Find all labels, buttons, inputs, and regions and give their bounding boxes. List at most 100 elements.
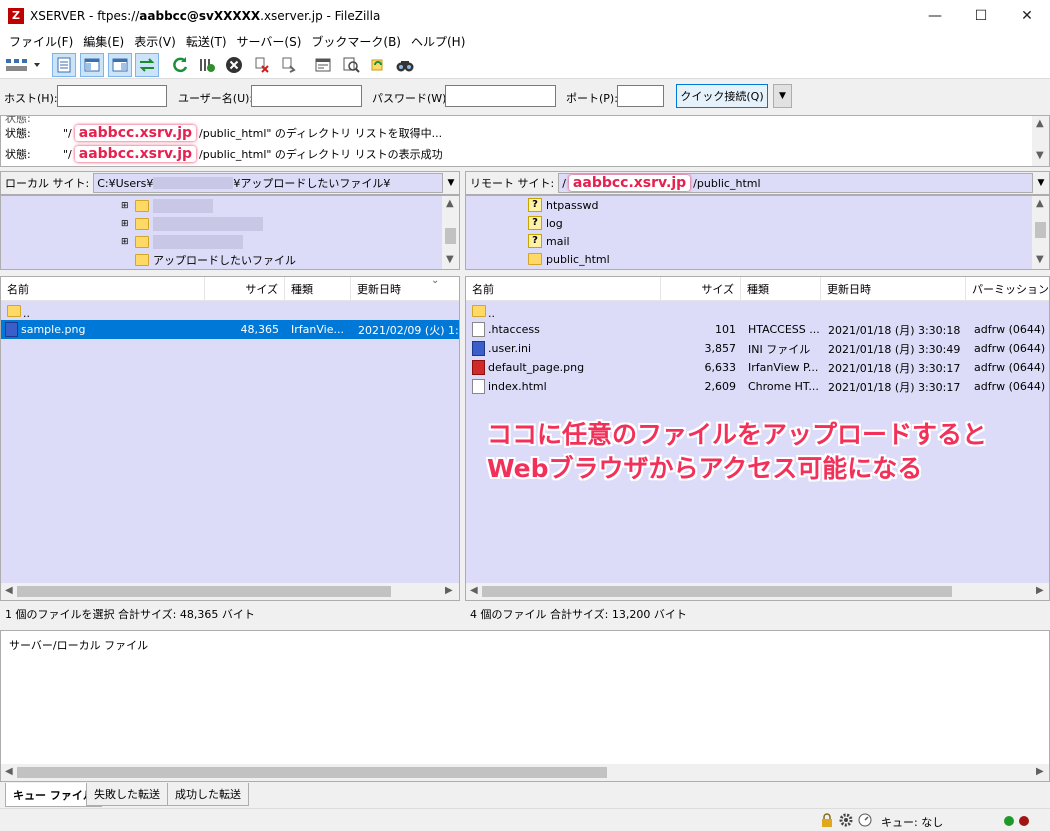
process-queue-icon[interactable] [195, 53, 219, 77]
tree-node-upload-folder[interactable]: アップロードしたいファイル [135, 251, 296, 269]
remote-list-hscrollbar[interactable]: ◀ ▶ [466, 583, 1049, 600]
toggle-local-tree-icon[interactable] [80, 53, 104, 77]
quickconnect-button[interactable]: クイック接続(Q) [676, 84, 768, 108]
scroll-left-icon[interactable]: ◀ [5, 585, 13, 596]
column-size[interactable]: サイズ [205, 277, 285, 301]
menu-bookmarks[interactable]: ブックマーク(B) [306, 33, 406, 50]
column-name[interactable]: 名前 [1, 277, 205, 301]
remote-path-dropdown-icon[interactable]: ▼ [1033, 178, 1049, 188]
local-status-line: 1 個のファイルを選択 合計サイズ: 48,365 バイト [5, 607, 255, 621]
quickconnect-history-dropdown[interactable]: ▼ [773, 84, 792, 108]
file-row-parent[interactable]: .. [1, 301, 459, 320]
toggle-message-log-icon[interactable] [52, 53, 76, 77]
disconnect-icon[interactable] [250, 53, 274, 77]
directory-filter-icon[interactable] [311, 53, 335, 77]
column-type[interactable]: 種類 [285, 277, 351, 301]
scroll-right-icon[interactable]: ▶ [1036, 766, 1044, 777]
password-input[interactable] [445, 85, 556, 107]
file-row-sample-png[interactable]: sample.png 48,365 IrfanVie... 2021/02/09… [1, 320, 459, 339]
transfer-indicator-icon [1019, 816, 1029, 826]
toolbar [0, 51, 1050, 79]
local-tree-scrollbar[interactable]: ▲ ▼ [442, 196, 459, 269]
site-manager-icon[interactable] [4, 53, 44, 77]
tree-node[interactable]: ⊞ [121, 215, 263, 233]
local-file-list[interactable]: 名前 サイズ 種類 更新日時 ⌄ .. sample.png 48,365 Ir… [0, 276, 460, 601]
scroll-up-icon[interactable]: ▲ [1036, 198, 1044, 209]
annotation-line-2: Webブラウザからアクセス可能になる [487, 454, 923, 483]
cancel-operation-icon[interactable] [222, 53, 246, 77]
log-scrollbar[interactable]: ▲ ▼ [1032, 116, 1049, 166]
reconnect-icon[interactable] [277, 53, 301, 77]
scroll-up-icon[interactable]: ▲ [446, 198, 454, 209]
local-directory-tree[interactable]: ⊞ ⊞ ⊞ アップロードしたいファイル ▲ ▼ [0, 195, 460, 270]
tree-node[interactable]: ? log [528, 214, 563, 232]
file-row-index-html[interactable]: index.html 2,609 Chrome HT... 2021/01/18… [466, 377, 1049, 396]
remote-status-line: 4 個のファイル 合計サイズ: 13,200 バイト [470, 607, 687, 621]
file-row-default-page-png[interactable]: default_page.png 6,633 IrfanView P... 20… [466, 358, 1049, 377]
filezilla-app-icon[interactable]: Z [8, 7, 24, 24]
local-path-input[interactable]: C:¥Users¥ ¥アップロードしたいファイル¥ [93, 173, 443, 193]
scroll-down-icon[interactable]: ▼ [446, 254, 454, 265]
tree-node[interactable]: ⊞ [121, 233, 243, 251]
tree-node[interactable]: ⊞ [121, 197, 213, 215]
scroll-left-icon[interactable]: ◀ [5, 766, 13, 777]
speed-limit-icon[interactable] [858, 813, 872, 827]
folder-icon [528, 253, 542, 265]
menu-edit[interactable]: 編集(E) [78, 33, 129, 50]
transfer-queue[interactable]: サーバー/ローカル ファイル ◀ ▶ [0, 630, 1050, 782]
scroll-thumb[interactable] [17, 767, 607, 778]
refresh-icon[interactable] [168, 53, 192, 77]
file-row-htaccess[interactable]: .htaccess 101 HTACCESS ... 2021/01/18 (月… [466, 320, 1049, 339]
folder-icon [135, 254, 149, 266]
message-log[interactable]: 状態: 状態: "/aabbcc.xsrv.jp/public_html" のディ… [0, 115, 1050, 167]
column-modified[interactable]: 更新日時 [821, 277, 966, 301]
menu-file[interactable]: ファイル(F) [4, 33, 78, 50]
file-row-user-ini[interactable]: .user.ini 3,857 INI ファイル 2021/01/18 (月) … [466, 339, 1049, 358]
image-file-icon [472, 360, 485, 375]
remote-path-input[interactable]: / aabbcc.xsrv.jp/public_html [558, 173, 1033, 193]
local-path-dropdown-icon[interactable]: ▼ [443, 178, 459, 188]
column-size[interactable]: サイズ [661, 277, 741, 301]
scroll-thumb[interactable] [17, 586, 391, 597]
scroll-down-icon[interactable]: ▼ [1036, 254, 1044, 265]
remote-tree-scrollbar[interactable]: ▲ ▼ [1032, 196, 1049, 269]
toggle-remote-tree-icon[interactable] [108, 53, 132, 77]
directory-compare-icon[interactable] [339, 53, 363, 77]
local-list-hscrollbar[interactable]: ◀ ▶ [1, 583, 459, 600]
scroll-right-icon[interactable]: ▶ [1036, 585, 1044, 596]
host-input[interactable] [57, 85, 167, 107]
tab-successful-transfers[interactable]: 成功した転送 [167, 783, 249, 806]
scroll-thumb[interactable] [482, 586, 952, 597]
column-type[interactable]: 種類 [741, 277, 821, 301]
tree-node-public-html[interactable]: public_html [528, 250, 610, 268]
column-modified[interactable]: 更新日時 [351, 277, 459, 301]
queue-column-header: サーバー/ローカル ファイル [9, 639, 149, 652]
scroll-thumb[interactable] [1035, 222, 1046, 238]
tree-node[interactable]: ? mail [528, 232, 570, 250]
toggle-transfer-queue-icon[interactable] [135, 53, 159, 77]
scroll-down-icon[interactable]: ▼ [1036, 150, 1044, 161]
port-input[interactable] [617, 85, 664, 107]
scroll-thumb[interactable] [445, 228, 456, 244]
scroll-left-icon[interactable]: ◀ [470, 585, 478, 596]
menu-help[interactable]: ヘルプ(H) [406, 33, 470, 50]
queue-hscrollbar[interactable]: ◀ ▶ [1, 764, 1049, 781]
remote-directory-tree[interactable]: ? htpasswd ? log ? mail public_html ▲ ▼ [465, 195, 1050, 270]
menu-transfer[interactable]: 転送(T) [181, 33, 232, 50]
close-button[interactable]: ✕ [1004, 0, 1050, 31]
sync-browsing-icon[interactable] [366, 53, 390, 77]
tab-failed-transfers[interactable]: 失敗した転送 [86, 783, 168, 806]
maximize-button[interactable]: ☐ [958, 0, 1004, 31]
minimize-button[interactable]: — [912, 0, 958, 31]
scroll-up-icon[interactable]: ▲ [1036, 118, 1044, 129]
column-permissions[interactable]: パーミッション [966, 277, 1049, 301]
search-files-icon[interactable] [393, 53, 417, 77]
file-icon [472, 322, 485, 337]
gear-icon[interactable] [839, 813, 853, 827]
username-input[interactable] [251, 85, 362, 107]
scroll-right-icon[interactable]: ▶ [445, 585, 453, 596]
file-row-parent[interactable]: .. [466, 301, 1049, 320]
tree-node[interactable]: ? htpasswd [528, 196, 598, 214]
menu-view[interactable]: 表示(V) [129, 33, 181, 50]
menu-server[interactable]: サーバー(S) [232, 33, 307, 50]
